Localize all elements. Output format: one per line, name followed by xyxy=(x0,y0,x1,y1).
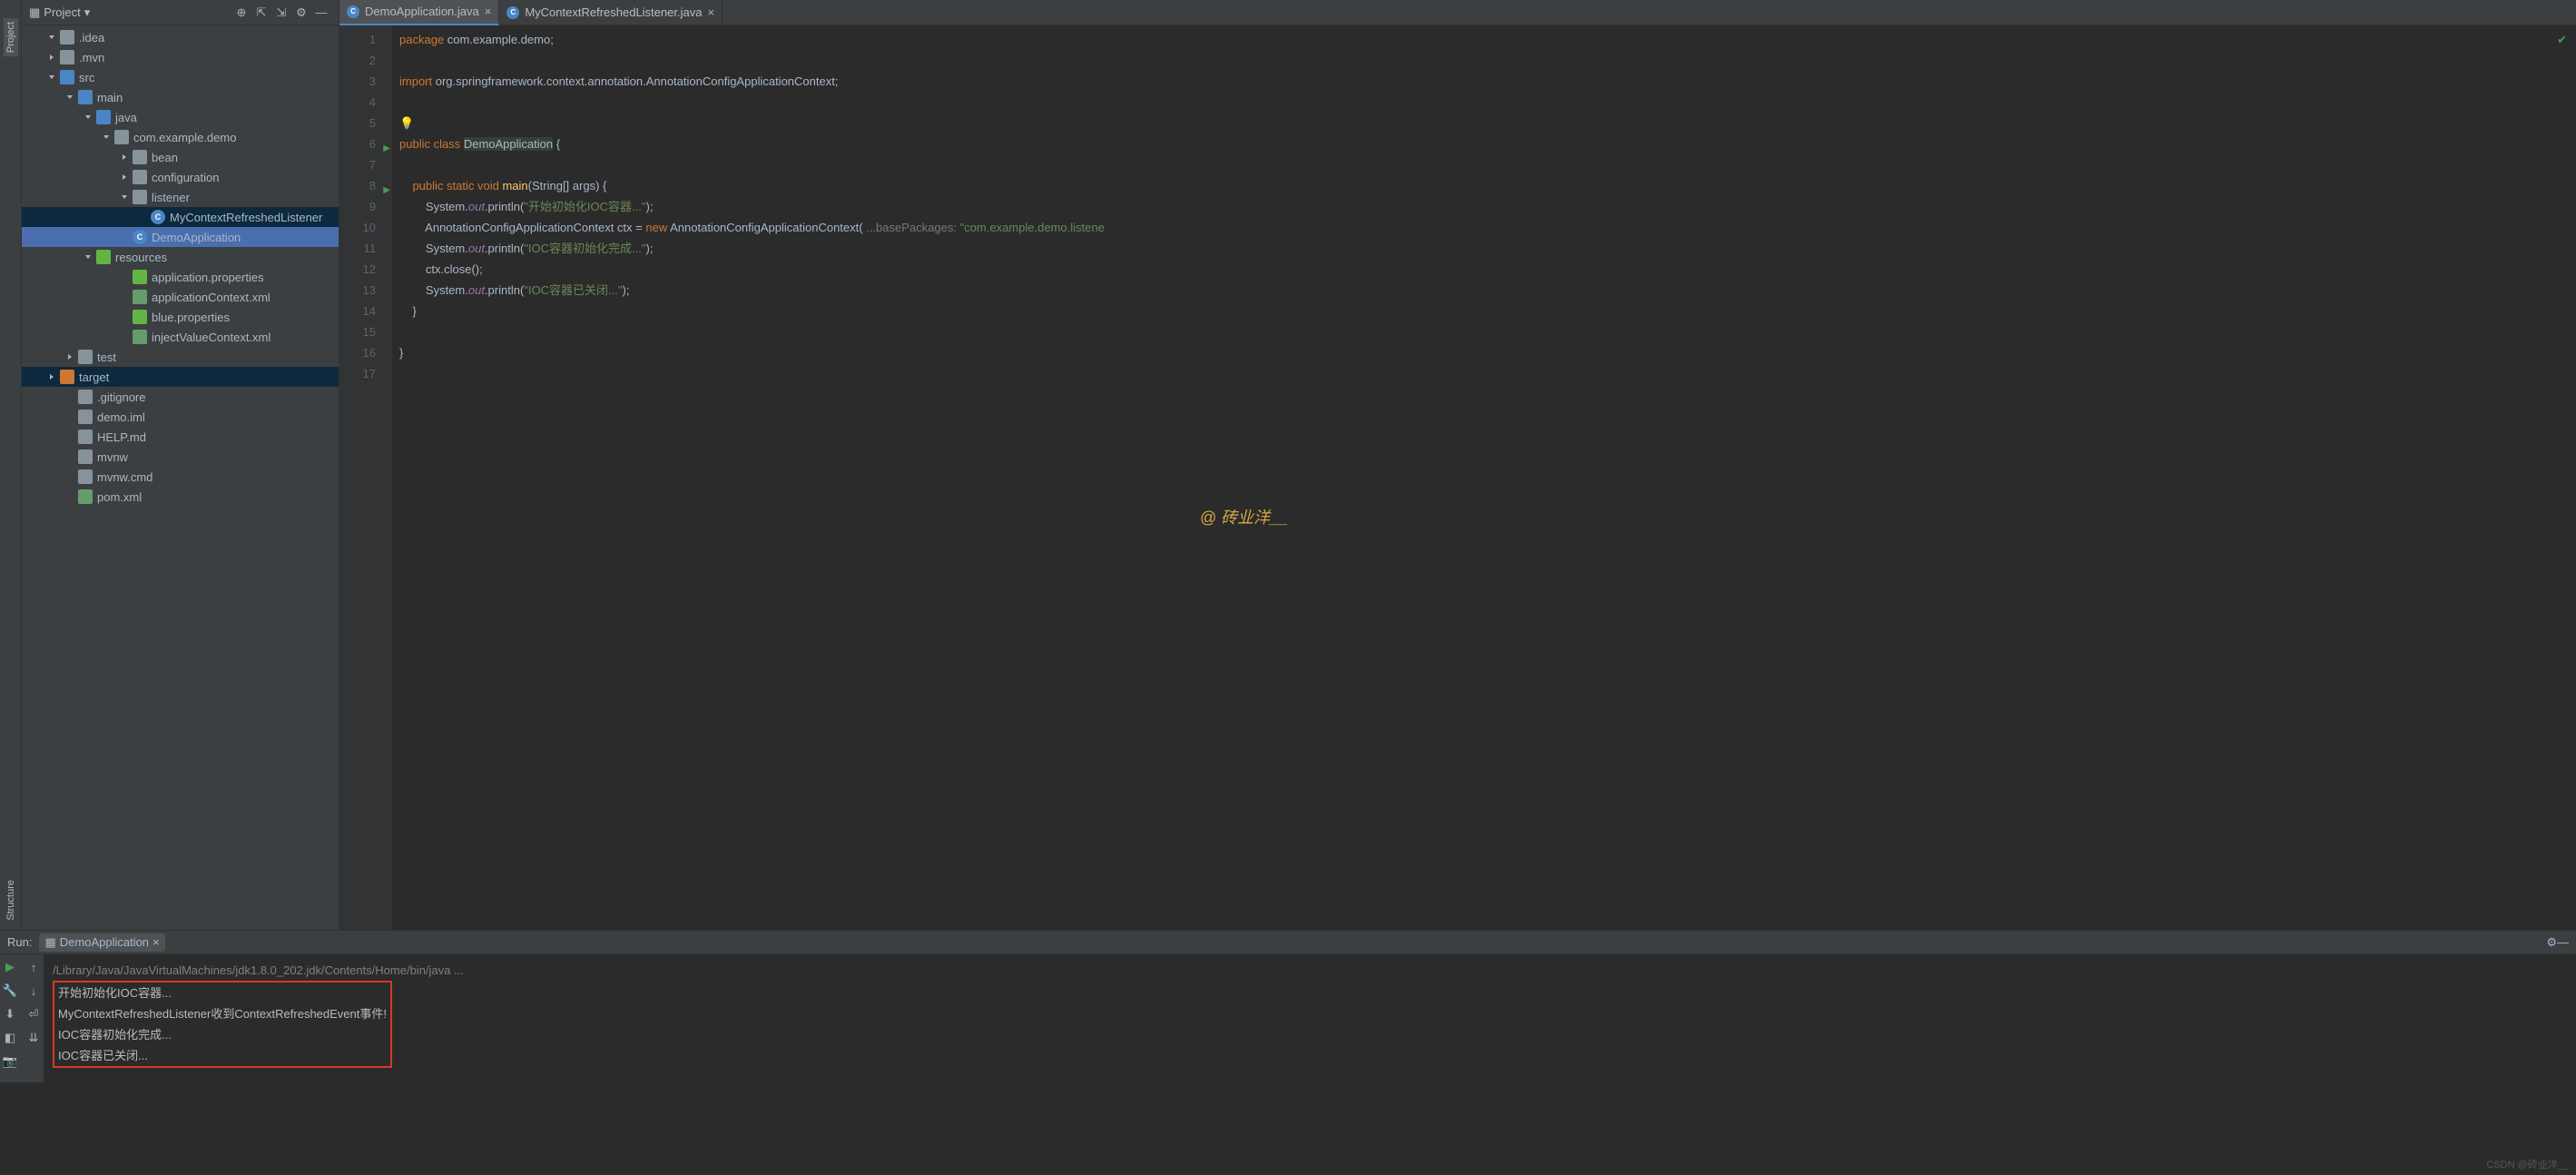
tree-item[interactable]: .mvn xyxy=(22,47,339,67)
tree-item[interactable]: mvnw.cmd xyxy=(22,467,339,487)
editor-area: CDemoApplication.java×CMyContextRefreshe… xyxy=(339,0,2576,930)
tree-item[interactable]: demo.iml xyxy=(22,407,339,427)
sidebar-header: ▦ Project ▾ ⊕ ⇱ ⇲ ⚙ — xyxy=(22,0,339,25)
tree-item[interactable]: blue.properties xyxy=(22,307,339,327)
project-toolwindow-tab[interactable]: Project xyxy=(4,18,18,56)
gear-icon[interactable]: ⚙ xyxy=(294,5,309,20)
editor-tabs: CDemoApplication.java×CMyContextRefreshe… xyxy=(339,0,2576,25)
project-icon: ▦ xyxy=(29,5,40,20)
code-content[interactable]: package com.example.demo;import org.spri… xyxy=(392,25,2576,930)
camera-icon[interactable]: 📷 xyxy=(1,1052,19,1071)
editor-tab[interactable]: CDemoApplication.java× xyxy=(339,0,499,25)
tree-item[interactable]: main xyxy=(22,87,339,107)
tree-item[interactable]: test xyxy=(22,347,339,367)
tree-item[interactable]: com.example.demo xyxy=(22,127,339,147)
expand-icon[interactable]: ⇱ xyxy=(254,5,269,20)
run-toolbar: ▶ 🔧 ⬇ ◧ 📷 ↑ ↓ ⏎ ⇊ xyxy=(0,954,44,1082)
rerun-button[interactable]: ▶ xyxy=(1,958,19,976)
stop-button[interactable]: ◧ xyxy=(1,1029,19,1047)
locate-icon[interactable]: ⊕ xyxy=(234,5,249,20)
watermark-footer: CSDN @砖业洋__ xyxy=(2486,1157,2569,1171)
tree-item[interactable]: applicationContext.xml xyxy=(22,287,339,307)
hide-icon[interactable]: — xyxy=(2557,935,2569,949)
up-icon[interactable]: ↑ xyxy=(25,958,43,976)
tree-item[interactable]: target xyxy=(22,367,339,387)
tree-item[interactable]: bean xyxy=(22,147,339,167)
tree-item[interactable]: injectValueContext.xml xyxy=(22,327,339,347)
close-icon[interactable]: × xyxy=(152,935,160,949)
run-title: Run: xyxy=(7,935,32,949)
left-tool-strip: Project Structure xyxy=(0,0,22,930)
tree-item[interactable]: resources xyxy=(22,247,339,267)
run-config[interactable]: ▦ DemoApplication × xyxy=(39,933,164,952)
tree-item[interactable]: .gitignore xyxy=(22,387,339,407)
tree-item[interactable]: mvnw xyxy=(22,447,339,467)
down-icon[interactable]: ⬇ xyxy=(1,1005,19,1023)
gutter[interactable]: 12345▶67▶891011121314151617 xyxy=(339,25,392,930)
tree-item[interactable]: .idea xyxy=(22,27,339,47)
tree-item[interactable]: configuration xyxy=(22,167,339,187)
tree-item[interactable]: listener xyxy=(22,187,339,207)
close-icon[interactable]: × xyxy=(485,5,492,18)
down2-icon[interactable]: ↓ xyxy=(25,982,43,1000)
structure-toolwindow-tab[interactable]: Structure xyxy=(5,880,16,921)
wrap-icon[interactable]: ⏎ xyxy=(25,1005,43,1023)
run-header: Run: ▦ DemoApplication × ⚙ — xyxy=(0,931,2576,954)
tree-item[interactable]: pom.xml xyxy=(22,487,339,507)
tree-item[interactable]: java xyxy=(22,107,339,127)
tree-item[interactable]: application.properties xyxy=(22,267,339,287)
project-tree[interactable]: .idea.mvnsrcmainjavacom.example.demobean… xyxy=(22,25,339,930)
console-output[interactable]: /Library/Java/JavaVirtualMachines/jdk1.8… xyxy=(44,954,2576,1082)
watermark: @ 砖业洋__ xyxy=(1200,505,1288,528)
tree-item[interactable]: src xyxy=(22,67,339,87)
chevron-down-icon: ▾ xyxy=(84,5,91,20)
tree-item[interactable]: CMyContextRefreshedListener xyxy=(22,207,339,227)
collapse-icon[interactable]: ⇲ xyxy=(274,5,289,20)
close-icon[interactable]: × xyxy=(707,5,714,19)
console-command: /Library/Java/JavaVirtualMachines/jdk1.8… xyxy=(53,960,2567,981)
editor-tab[interactable]: CMyContextRefreshedListener.java× xyxy=(499,0,723,25)
console-highlight-box: 开始初始化IOC容器...MyContextRefreshedListener收… xyxy=(53,981,392,1068)
wrench-icon[interactable]: 🔧 xyxy=(1,982,19,1000)
run-panel: Run: ▦ DemoApplication × ⚙ — ▶ 🔧 ⬇ ◧ 📷 ↑… xyxy=(0,930,2576,1082)
gear-icon[interactable]: ⚙ xyxy=(2546,935,2557,950)
project-sidebar: ▦ Project ▾ ⊕ ⇱ ⇲ ⚙ — .idea.mvnsrcmainja… xyxy=(22,0,339,930)
tree-item[interactable]: HELP.md xyxy=(22,427,339,447)
code-editor[interactable]: 12345▶67▶891011121314151617 package com.… xyxy=(339,25,2576,930)
inspection-ok-icon[interactable]: ✔ xyxy=(2557,33,2567,47)
sidebar-title[interactable]: ▦ Project ▾ xyxy=(29,5,90,20)
tree-item[interactable]: CDemoApplication xyxy=(22,227,339,247)
hide-icon[interactable]: — xyxy=(314,5,329,20)
scroll-icon[interactable]: ⇊ xyxy=(25,1029,43,1047)
